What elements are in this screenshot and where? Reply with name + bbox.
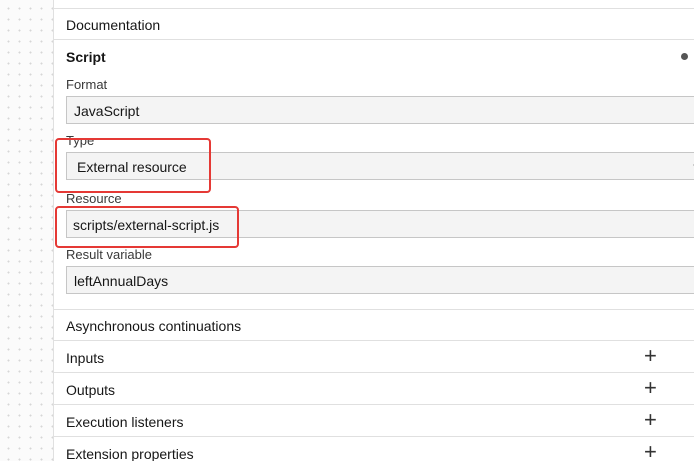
result-variable-label: Result variable xyxy=(66,247,152,262)
type-label: Type xyxy=(66,133,95,148)
group-asynchronous-continuations[interactable]: Asynchronous continuations xyxy=(54,310,694,341)
group-label: Execution listeners xyxy=(66,414,184,430)
result-variable-value: leftAnnualDays xyxy=(74,273,169,289)
group-inputs[interactable]: Inputs + xyxy=(54,342,694,373)
format-label: Format xyxy=(66,77,108,92)
group-outputs[interactable]: Outputs + xyxy=(54,374,694,405)
resource-label: Resource xyxy=(66,191,122,206)
add-extension-property-icon[interactable]: + xyxy=(644,441,657,461)
add-execution-listener-icon[interactable]: + xyxy=(644,409,657,431)
data-indicator-icon xyxy=(681,53,688,60)
group-extension-properties[interactable]: Extension properties + xyxy=(54,438,694,461)
group-label: Outputs xyxy=(66,382,116,398)
format-input[interactable]: JavaScript xyxy=(66,96,694,124)
canvas-background: Documentation Script Format JavaScript T… xyxy=(0,0,694,461)
group-label: Extension properties xyxy=(66,446,194,461)
type-value: External resource xyxy=(77,159,187,175)
result-variable-input[interactable]: leftAnnualDays xyxy=(66,266,694,294)
group-execution-listeners[interactable]: Execution listeners + xyxy=(54,406,694,437)
add-output-icon[interactable]: + xyxy=(644,377,657,399)
properties-panel: Documentation Script Format JavaScript T… xyxy=(53,0,694,461)
type-select[interactable]: External resource xyxy=(66,152,694,180)
add-input-icon[interactable]: + xyxy=(644,345,657,367)
format-value: JavaScript xyxy=(74,103,140,119)
group-label: Asynchronous continuations xyxy=(66,318,242,334)
group-documentation-label: Documentation xyxy=(66,17,161,33)
script-section-title[interactable]: Script xyxy=(66,49,106,65)
resource-value: scripts/external-script.js xyxy=(73,217,220,233)
resource-input[interactable]: scripts/external-script.js xyxy=(66,210,694,238)
group-label: Inputs xyxy=(66,350,105,366)
group-documentation[interactable]: Documentation xyxy=(54,9,694,40)
